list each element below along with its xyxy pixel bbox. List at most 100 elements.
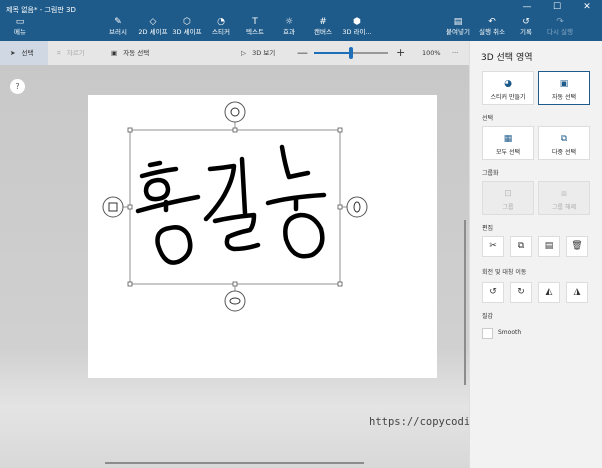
ungroup-button[interactable]: ⧈ 그룹 해제 <box>538 181 590 215</box>
tool-label: 다시 실행 <box>547 28 573 36</box>
tool-label: 기록 <box>520 28 532 36</box>
folder-icon: ▭ <box>15 17 25 27</box>
smooth-label: Smooth <box>498 329 522 336</box>
more-options-button[interactable]: ··· <box>452 41 458 65</box>
close-button[interactable]: ✕ <box>572 0 602 16</box>
multi-select-label: 다중 선택 <box>552 149 576 156</box>
crop-button[interactable]: ⌗ 자르기 <box>57 41 85 65</box>
rotate-left-icon: ↺ <box>489 287 497 297</box>
rotate-y-handle[interactable] <box>346 196 368 218</box>
redo-icon: ↷ <box>556 17 564 27</box>
make-sticker-button[interactable]: ◕ 스티커 만들기 <box>482 71 534 105</box>
tool-brush[interactable]: ✎ 브러시 <box>101 17 135 37</box>
paste-icon: ▤ <box>544 241 554 251</box>
make-sticker-icon: ◕ <box>504 79 512 89</box>
undo-button[interactable]: ↶ 실행 취소 <box>475 17 509 37</box>
tool-label: 붙여넣기 <box>446 28 470 36</box>
selection-toolbar: ➤ 선택 ⌗ 자르기 ▣ 자동 선택 ▷ 3D 보기 — + 100% ··· <box>0 41 469 65</box>
handwriting-strokes <box>135 144 327 265</box>
rotate-section-label: 회전 및 대칭 이동 <box>482 269 527 276</box>
rotate-x-handle[interactable] <box>224 290 246 312</box>
zoom-slider[interactable] <box>314 47 388 59</box>
tool-library-3d[interactable]: ⬢ 3D 라이... <box>340 17 374 37</box>
tool-canvas[interactable]: # 캔버스 <box>306 17 340 37</box>
magic-select-button[interactable]: ▣ 자동 선택 <box>111 41 149 65</box>
flip-vertical-button[interactable]: ◮ <box>566 282 588 303</box>
tool-sticker[interactable]: ◔ 스티커 <box>204 17 238 37</box>
depth-handle[interactable] <box>102 196 124 218</box>
minimize-button[interactable]: — <box>512 0 542 16</box>
multi-select-icon: ⧉ <box>560 134 568 144</box>
edit-section-label: 편집 <box>482 225 494 232</box>
brush-icon: ✎ <box>114 17 122 27</box>
maximize-button[interactable]: ☐ <box>542 0 572 16</box>
tool-shapes-2d[interactable]: ◇ 2D 셰이프 <box>136 17 170 37</box>
cut-button[interactable]: ✂ <box>482 236 504 257</box>
texture-section-label: 질감 <box>482 313 494 320</box>
copy-button[interactable]: ⧉ <box>510 236 532 257</box>
smooth-checkbox[interactable] <box>482 328 493 339</box>
horizontal-scrollbar[interactable] <box>105 462 364 464</box>
view-3d-button[interactable]: ▷ 3D 보기 <box>241 41 275 65</box>
cut-icon: ✂ <box>489 241 497 251</box>
tool-shapes-3d[interactable]: ⬡ 3D 셰이프 <box>170 17 204 37</box>
window-title: 제목 없음* - 그림판 3D <box>6 6 76 14</box>
shapes-3d-icon: ⬡ <box>183 17 191 27</box>
select-section-label: 선택 <box>482 115 494 122</box>
zoom-out-button[interactable]: — <box>297 41 308 65</box>
paste-button[interactable]: ▤ 붙여넣기 <box>441 17 475 37</box>
zoom-in-button[interactable]: + <box>396 41 405 65</box>
menu-label: 메뉴 <box>14 28 26 36</box>
tool-label: 스티커 <box>212 28 230 36</box>
tool-label: 캔버스 <box>314 28 332 36</box>
canvas-area[interactable]: ? https://copycodi <box>0 65 469 468</box>
flip-horizontal-button[interactable]: ◭ <box>538 282 560 303</box>
select-button[interactable]: ➤ 선택 <box>0 41 48 65</box>
canvas-icon: # <box>319 17 327 27</box>
ungroup-label: 그룹 해제 <box>552 204 576 211</box>
rotate-z-handle[interactable] <box>224 101 246 123</box>
window-controls: — ☐ ✕ <box>512 0 602 16</box>
tool-text[interactable]: T 텍스트 <box>238 17 272 37</box>
rotate-left-button[interactable]: ↺ <box>482 282 504 303</box>
copy-icon: ⧉ <box>517 241 525 251</box>
group-button[interactable]: ⊡ 그룹 <box>482 181 534 215</box>
magic-select-label: 자동 선택 <box>123 49 150 57</box>
undo-icon: ↶ <box>488 17 496 27</box>
zoom-slider-fill <box>314 52 351 54</box>
shapes-2d-icon: ◇ <box>149 17 157 27</box>
rotate-right-icon: ↻ <box>517 287 525 297</box>
library-3d-icon: ⬢ <box>353 17 361 27</box>
text-icon: T <box>252 17 258 27</box>
tool-effects[interactable]: ☼ 효과 <box>272 17 306 37</box>
ribbon: 제목 없음* - 그림판 3D — ☐ ✕ ▭ 메뉴 ✎ 브러시 ◇ 2D 셰이… <box>0 0 602 41</box>
crop-icon: ⌗ <box>57 49 61 57</box>
ungroup-icon: ⧈ <box>561 189 567 199</box>
zoom-percent: 100% <box>422 49 441 57</box>
magic-select-panel-button[interactable]: ▣ 자동 선택 <box>538 71 590 105</box>
paste-panel-button[interactable]: ▤ <box>538 236 560 257</box>
sticker-icon: ◔ <box>217 17 225 27</box>
redo-button[interactable]: ↷ 다시 실행 <box>543 17 577 37</box>
zoom-slider-thumb[interactable] <box>349 47 353 59</box>
tool-label: 브러시 <box>109 28 127 36</box>
delete-button[interactable]: 🗑 <box>566 236 588 257</box>
group-label: 그룹 <box>502 204 514 211</box>
paste-icon: ▤ <box>453 17 463 27</box>
tool-label: 3D 셰이프 <box>172 28 202 36</box>
select-all-icon: ▦ <box>503 134 513 144</box>
flip-horizontal-icon: ◭ <box>545 287 553 297</box>
flip-vertical-icon: ◮ <box>573 287 581 297</box>
menu-button[interactable]: ▭ 메뉴 <box>10 17 30 37</box>
vertical-scrollbar[interactable] <box>464 220 466 385</box>
select-all-button[interactable]: ▦ 모두 선택 <box>482 126 534 160</box>
history-button[interactable]: ↺ 기록 <box>509 17 543 37</box>
tool-label: 3D 라이... <box>342 28 372 36</box>
tool-label: 2D 셰이프 <box>138 28 168 36</box>
rotate-right-button[interactable]: ↻ <box>510 282 532 303</box>
multi-select-button[interactable]: ⧉ 다중 선택 <box>538 126 590 160</box>
tool-label: 실행 취소 <box>479 28 505 36</box>
selection-artwork <box>102 101 368 312</box>
view-3d-icon: ▷ <box>241 49 246 57</box>
cursor-icon: ➤ <box>10 49 16 57</box>
